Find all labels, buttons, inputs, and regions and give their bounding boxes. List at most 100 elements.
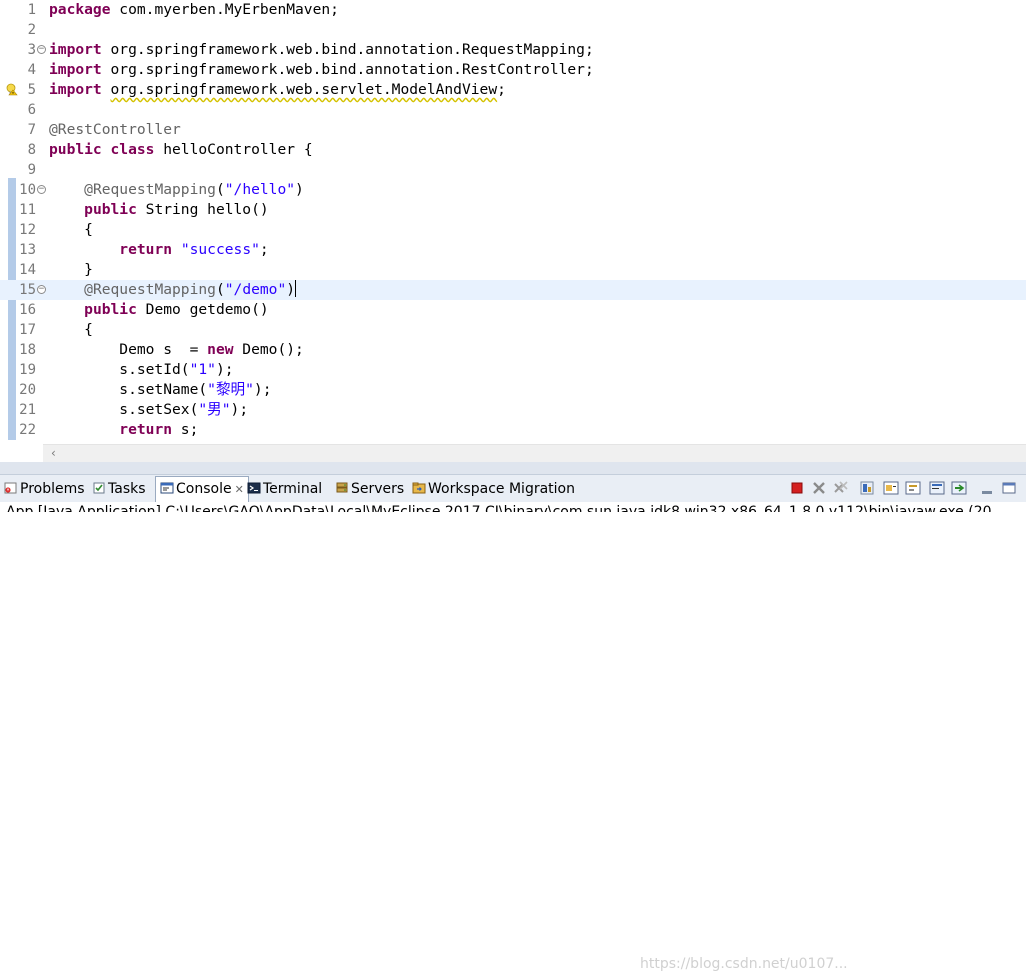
code-line[interactable]: 19 s.setId("1"); xyxy=(0,360,1026,380)
code-line[interactable]: 1 package com.myerben.MyErbenMaven; xyxy=(0,0,1026,20)
code-text[interactable]: @RequestMapping("/demo") xyxy=(49,280,297,300)
code-token: return xyxy=(119,241,173,258)
remove-all-icon[interactable] xyxy=(832,479,850,497)
terminal-icon xyxy=(247,482,261,494)
code-line[interactable]: 8 public class helloController { xyxy=(0,140,1026,160)
code-line[interactable]: 2 xyxy=(0,20,1026,40)
code-token: com.myerben.MyErbenMaven; xyxy=(110,1,339,18)
code-line[interactable]: 16 public Demo getdemo() xyxy=(0,300,1026,320)
maximize-icon[interactable] xyxy=(1000,479,1018,497)
code-line[interactable]: 17 { xyxy=(0,320,1026,340)
tab-workspace-migration[interactable]: Workspace Migration xyxy=(412,477,575,501)
code-lines[interactable]: 1 package com.myerben.MyErbenMaven; 2 3 impo… xyxy=(0,0,1026,440)
fold-toggle-icon[interactable] xyxy=(37,285,46,294)
code-text[interactable]: package com.myerben.MyErbenMaven; xyxy=(49,0,339,20)
fold-toggle-icon[interactable] xyxy=(37,185,46,194)
code-line[interactable]: 11 public String hello() xyxy=(0,200,1026,220)
code-token: import xyxy=(49,41,102,58)
code-line[interactable]: 7 @RestController xyxy=(0,120,1026,140)
code-line[interactable]: 13 return "success"; xyxy=(0,240,1026,260)
workspace-migration-icon xyxy=(412,482,426,494)
code-line[interactable]: 20 s.setName("黎明"); xyxy=(0,380,1026,400)
code-line[interactable]: 22 return s; xyxy=(0,420,1026,440)
tab-problems[interactable]: Problems xyxy=(4,477,85,501)
terminate-icon[interactable] xyxy=(788,479,806,497)
console-launch-line: App [Java Application] C:\Users\GAO\AppD… xyxy=(6,504,992,512)
code-line[interactable]: 9 xyxy=(0,160,1026,180)
code-text[interactable]: return "success"; xyxy=(49,240,268,260)
code-text[interactable]: Demo s = new Demo(); xyxy=(49,340,304,360)
line-number: 22 xyxy=(19,422,36,438)
code-token: "/demo" xyxy=(224,281,287,298)
code-line[interactable]: 15 @RequestMapping("/demo") xyxy=(0,280,1026,300)
line-number: 3 xyxy=(27,42,36,58)
line-number: 8 xyxy=(27,142,36,158)
line-number: 14 xyxy=(19,262,36,278)
line-number: 10 xyxy=(19,182,36,198)
code-text[interactable]: s.setName("黎明"); xyxy=(49,380,271,400)
code-text[interactable]: public String hello() xyxy=(49,200,269,220)
code-text[interactable]: import org.springframework.web.bind.anno… xyxy=(49,40,594,60)
gutter-bottom xyxy=(0,444,43,462)
open-console-icon[interactable] xyxy=(950,479,968,497)
scroll-lock-icon[interactable] xyxy=(858,479,876,497)
code-token: s.setId( xyxy=(49,361,190,378)
code-line[interactable]: 6 xyxy=(0,100,1026,120)
console-output[interactable]: App [Java Application] C:\Users\GAO\AppD… xyxy=(0,502,1026,512)
code-text[interactable]: { xyxy=(49,220,93,240)
code-text[interactable]: public class helloController { xyxy=(49,140,313,160)
code-line[interactable]: 18 Demo s = new Demo(); xyxy=(0,340,1026,360)
warning-lightbulb-icon[interactable] xyxy=(6,83,18,96)
code-line[interactable]: 12 { xyxy=(0,220,1026,240)
code-text[interactable]: import org.springframework.web.servlet.M… xyxy=(49,80,506,100)
code-text[interactable]: public Demo getdemo() xyxy=(49,300,269,320)
tab-close-icon[interactable]: ✕ xyxy=(235,483,244,496)
pin-console-icon[interactable] xyxy=(904,479,922,497)
code-editor[interactable]: 1 package com.myerben.MyErbenMaven; 2 3 impo… xyxy=(0,0,1026,444)
code-text[interactable]: @RequestMapping("/hello") xyxy=(49,180,304,200)
panel-separator xyxy=(0,462,1026,474)
code-line[interactable]: 5 import org.springframework.web.servlet.… xyxy=(0,80,1026,100)
code-line[interactable]: 4 import org.springframework.web.bind.ann… xyxy=(0,60,1026,80)
code-token: } xyxy=(49,261,93,278)
code-text[interactable]: @RestController xyxy=(49,120,181,140)
code-line[interactable]: 21 s.setSex("男"); xyxy=(0,400,1026,420)
code-text[interactable]: } xyxy=(49,260,93,280)
show-console-icon[interactable] xyxy=(882,479,900,497)
tab-terminal[interactable]: Terminal xyxy=(247,477,322,501)
code-text[interactable]: s.setSex("男"); xyxy=(49,400,248,420)
horizontal-scrollbar[interactable]: ‹ xyxy=(43,444,1026,462)
line-number: 1 xyxy=(27,2,36,18)
code-text[interactable]: return s; xyxy=(49,420,198,440)
minimize-icon[interactable] xyxy=(978,479,996,497)
scroll-left-arrow-icon[interactable]: ‹ xyxy=(51,446,56,460)
remove-launch-icon[interactable] xyxy=(810,479,828,497)
code-token: s.setName( xyxy=(49,381,208,398)
code-line[interactable]: 3 import org.springframework.web.bind.ann… xyxy=(0,40,1026,60)
code-text[interactable]: import org.springframework.web.bind.anno… xyxy=(49,60,594,80)
code-text[interactable]: { xyxy=(49,320,93,340)
tab-label: Workspace Migration xyxy=(428,481,575,497)
tab-tasks[interactable]: Tasks xyxy=(92,477,146,501)
code-token: ) xyxy=(286,281,296,298)
code-line[interactable]: 10 @RequestMapping("/hello") xyxy=(0,180,1026,200)
display-console-icon[interactable] xyxy=(928,479,946,497)
code-token: ( xyxy=(215,281,225,298)
code-line[interactable]: 14 } xyxy=(0,260,1026,280)
code-text[interactable]: s.setId("1"); xyxy=(49,360,233,380)
line-number: 13 xyxy=(19,242,36,258)
code-token: helloController { xyxy=(154,141,313,158)
code-token: "/hello" xyxy=(224,181,296,198)
fold-toggle-icon[interactable] xyxy=(37,45,46,54)
line-number: 17 xyxy=(19,322,36,338)
tab-servers[interactable]: Servers xyxy=(335,477,404,501)
code-token: @RequestMapping xyxy=(84,181,216,198)
line-number: 9 xyxy=(27,162,36,178)
tab-label: Tasks xyxy=(108,481,146,497)
tab-console[interactable]: Console ✕ xyxy=(155,476,249,502)
